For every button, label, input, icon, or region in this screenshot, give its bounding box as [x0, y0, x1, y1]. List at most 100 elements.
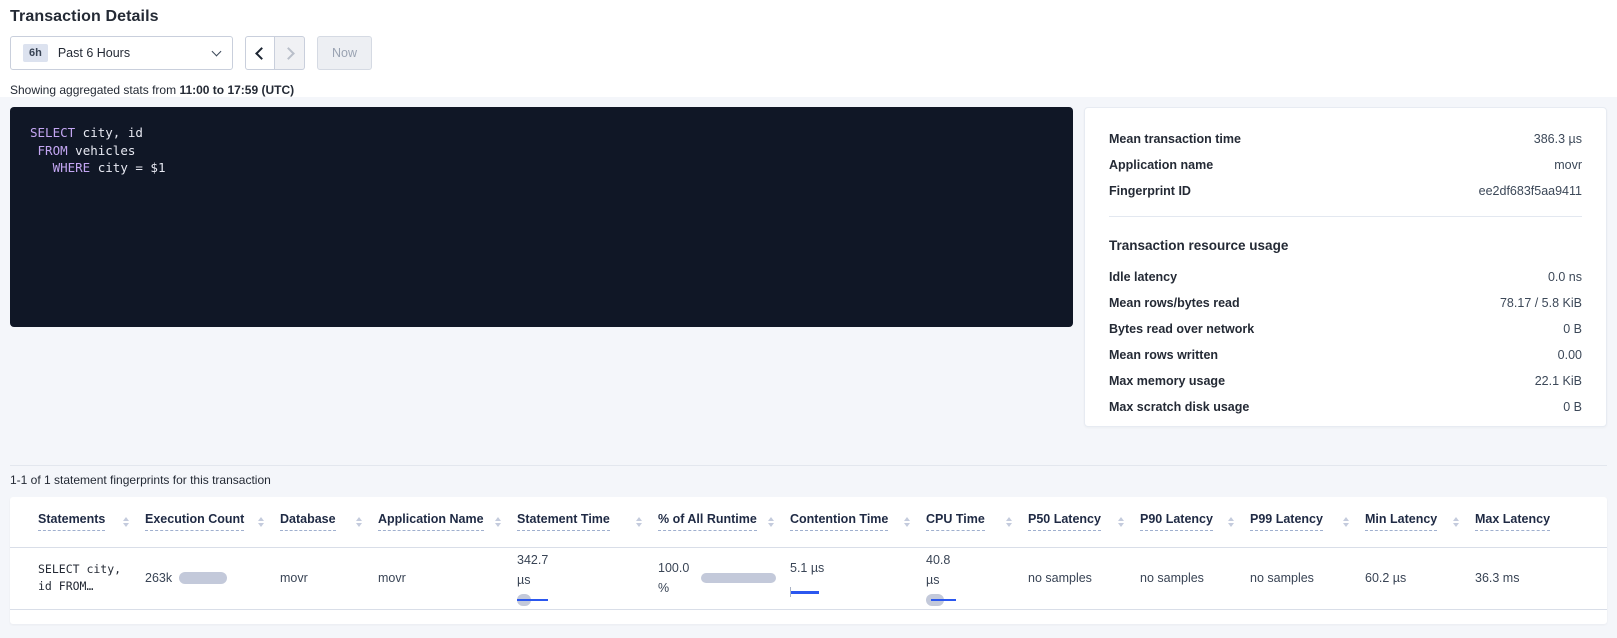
pct-runtime-cell: 100.0 %	[658, 559, 790, 597]
pct-runtime-bar	[701, 573, 776, 583]
resource-row: Idle latency 0.0 ns	[1109, 264, 1582, 290]
execution-count-bar	[179, 572, 227, 584]
resource-value: 0 B	[1563, 400, 1582, 414]
next-time-button[interactable]	[275, 36, 305, 70]
chevron-right-icon	[282, 47, 295, 60]
resource-label: Bytes read over network	[1109, 322, 1254, 336]
resource-label: Mean rows/bytes read	[1109, 296, 1240, 310]
summary-label: Mean transaction time	[1109, 132, 1241, 146]
aggregation-caption-prefix: Showing aggregated stats from	[10, 83, 179, 97]
resource-label: Idle latency	[1109, 270, 1177, 284]
statements-count-caption: 1-1 of 1 statement fingerprints for this…	[10, 473, 1607, 487]
column-header-application-name[interactable]: Application Name	[378, 512, 517, 531]
resource-label: Max scratch disk usage	[1109, 400, 1249, 414]
p50-latency-cell: no samples	[1028, 571, 1092, 585]
summary-label: Application name	[1109, 158, 1213, 172]
statements-table-card: Statements Execution Count Database Appl…	[10, 497, 1607, 624]
statement-time-cell: 342.7 µs	[517, 551, 658, 606]
sort-icon[interactable]	[258, 517, 264, 527]
contention-time-bar	[790, 587, 820, 597]
resource-row: Mean rows/bytes read 78.17 / 5.8 KiB	[1109, 290, 1582, 316]
time-range-badge: 6h	[23, 44, 48, 62]
resource-row: Bytes read over network 0 B	[1109, 316, 1582, 342]
sort-icon[interactable]	[768, 517, 774, 527]
table-row: SELECT city, id FROM… 263k movr movr	[10, 547, 1607, 609]
summary-value: 386.3 µs	[1534, 132, 1582, 146]
panel-divider	[1109, 216, 1582, 217]
page-content: SELECT city, id FROM vehicles WHERE city…	[0, 97, 1617, 624]
sort-icon[interactable]	[904, 517, 910, 527]
section-divider	[10, 465, 1607, 466]
application-name-cell: movr	[378, 571, 406, 585]
column-header-pct-runtime[interactable]: % of All Runtime	[658, 512, 790, 531]
resource-value: 0.0 ns	[1548, 270, 1582, 284]
p99-latency-cell: no samples	[1250, 571, 1314, 585]
resource-label: Max memory usage	[1109, 374, 1225, 388]
cpu-time-bar	[926, 594, 958, 606]
sort-icon[interactable]	[356, 517, 362, 527]
chevron-left-icon	[255, 47, 268, 60]
resource-label: Mean rows written	[1109, 348, 1218, 362]
resource-row: Mean rows written 0.00	[1109, 342, 1582, 368]
page-title: Transaction Details	[10, 8, 1607, 26]
execution-count-cell: 263k	[145, 571, 280, 585]
column-header-p50-latency[interactable]: P50 Latency	[1028, 512, 1140, 531]
sql-statement-box: SELECT city, id FROM vehicles WHERE city…	[10, 107, 1073, 327]
resource-usage-title: Transaction resource usage	[1109, 230, 1582, 260]
resource-row: Max scratch disk usage 0 B	[1109, 394, 1582, 420]
sort-icon[interactable]	[1343, 517, 1349, 527]
cpu-time-cell: 40.8 µs	[926, 551, 1028, 606]
column-header-p99-latency[interactable]: P99 Latency	[1250, 512, 1365, 531]
column-header-statements[interactable]: Statements	[38, 512, 145, 531]
min-latency-cell: 60.2 µs	[1365, 571, 1406, 585]
now-button[interactable]: Now	[317, 36, 372, 70]
sort-icon[interactable]	[495, 517, 501, 527]
resource-value: 22.1 KiB	[1535, 374, 1582, 388]
contention-time-cell: 5.1 µs	[790, 559, 926, 597]
sort-icon[interactable]	[636, 517, 642, 527]
summary-value: movr	[1554, 158, 1582, 172]
aggregation-caption-range: 11:00 to 17:59 (UTC)	[179, 83, 294, 97]
column-header-min-latency[interactable]: Min Latency	[1365, 512, 1475, 531]
p90-latency-cell: no samples	[1140, 571, 1204, 585]
summary-row: Mean transaction time 386.3 µs	[1109, 126, 1582, 152]
sql-line: FROM vehicles	[30, 142, 1053, 160]
statement-time-bar	[517, 594, 551, 606]
statement-link[interactable]: SELECT city, id FROM…	[38, 561, 145, 595]
aggregation-caption: Showing aggregated stats from 11:00 to 1…	[10, 83, 1607, 97]
summary-value: ee2df683f5aa9411	[1479, 184, 1582, 198]
time-range-picker[interactable]: 6h Past 6 Hours	[10, 36, 233, 70]
time-pager	[245, 36, 305, 70]
column-header-max-latency[interactable]: Max Latency	[1475, 512, 1607, 531]
prev-time-button[interactable]	[245, 36, 275, 70]
chevron-down-icon	[212, 47, 222, 57]
column-header-cpu-time[interactable]: CPU Time	[926, 512, 1028, 531]
resource-value: 0 B	[1563, 322, 1582, 336]
summary-row: Fingerprint ID ee2df683f5aa9411	[1109, 178, 1582, 204]
resource-value: 0.00	[1558, 348, 1582, 362]
sql-line: WHERE city = $1	[30, 159, 1053, 177]
statements-table: Statements Execution Count Database Appl…	[10, 497, 1607, 610]
sort-icon[interactable]	[1228, 517, 1234, 527]
sort-icon[interactable]	[1006, 517, 1012, 527]
column-header-p90-latency[interactable]: P90 Latency	[1140, 512, 1250, 531]
resource-value: 78.17 / 5.8 KiB	[1500, 296, 1582, 310]
table-header-row: Statements Execution Count Database Appl…	[10, 497, 1607, 547]
max-latency-cell: 36.3 ms	[1475, 571, 1519, 585]
sort-icon[interactable]	[1118, 517, 1124, 527]
transaction-summary-panel: Mean transaction time 386.3 µs Applicati…	[1084, 107, 1607, 427]
database-cell: movr	[280, 571, 308, 585]
column-header-execution-count[interactable]: Execution Count	[145, 512, 280, 531]
time-controls: 6h Past 6 Hours Now	[10, 36, 1607, 70]
column-header-statement-time[interactable]: Statement Time	[517, 512, 658, 531]
summary-row: Application name movr	[1109, 152, 1582, 178]
time-range-label: Past 6 Hours	[58, 46, 130, 60]
sql-line: SELECT city, id	[30, 124, 1053, 142]
summary-label: Fingerprint ID	[1109, 184, 1191, 198]
column-header-contention-time[interactable]: Contention Time	[790, 512, 926, 531]
sort-icon[interactable]	[1453, 517, 1459, 527]
column-header-database[interactable]: Database	[280, 512, 378, 531]
sort-icon[interactable]	[123, 517, 129, 527]
resource-row: Max memory usage 22.1 KiB	[1109, 368, 1582, 394]
page-header: Transaction Details 6h Past 6 Hours Now …	[0, 0, 1617, 97]
